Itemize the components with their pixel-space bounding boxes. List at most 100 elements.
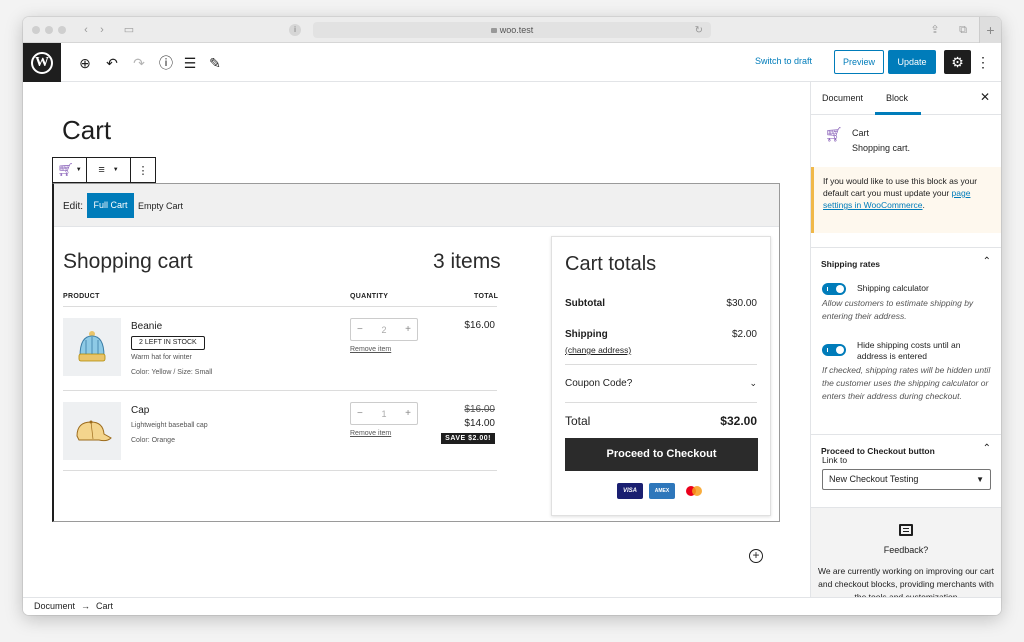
zoom-window-button[interactable]: [58, 26, 66, 34]
tab-block[interactable]: Block: [886, 93, 908, 103]
add-block-icon[interactable]: ⊕: [76, 54, 94, 72]
product-name-cap[interactable]: Cap: [131, 405, 149, 416]
link-to-select[interactable]: New Checkout Testing ▼: [822, 469, 991, 490]
add-block-plus-icon[interactable]: +: [749, 549, 763, 563]
update-button[interactable]: Update: [888, 50, 936, 74]
items-count: 3 items: [433, 250, 501, 273]
close-window-button[interactable]: [32, 26, 40, 34]
change-address-link[interactable]: (change address): [565, 345, 757, 355]
link-to-value: New Checkout Testing: [829, 474, 919, 484]
total-value: $32.00: [720, 414, 757, 428]
switch-to-draft-link[interactable]: Switch to draft: [755, 56, 812, 66]
cart-block[interactable]: Edit: Full Cart Empty Cart Shopping cart…: [52, 183, 780, 522]
tab-document[interactable]: Document: [822, 93, 863, 103]
url-text: woo.test: [499, 25, 534, 35]
quantity-column-header: QUANTITY: [350, 293, 389, 300]
plus-icon[interactable]: +: [405, 324, 411, 335]
info-icon[interactable]: ⓘ: [157, 54, 175, 72]
remove-item-link[interactable]: Remove item: [350, 430, 391, 437]
full-cart-tab[interactable]: Full Cart: [87, 193, 134, 218]
subtotal-row: Subtotal $30.00: [565, 298, 757, 309]
redo-icon[interactable]: ↷: [130, 54, 148, 72]
shipping-rates-panel-toggle[interactable]: Shipping rates ⌃: [811, 247, 1001, 277]
shopping-cart-title: Shopping cart: [63, 250, 193, 273]
settings-gear-icon[interactable]: ⚙: [944, 50, 971, 74]
block-name: Cart: [852, 128, 870, 138]
cart-totals-title: Cart totals: [565, 253, 657, 275]
beanie-thumbnail: [63, 318, 121, 376]
chevron-down-icon: ▼: [112, 167, 119, 173]
line-total: $16.00: [464, 320, 495, 331]
notice-period: .: [922, 200, 925, 210]
cart-totals-panel: Cart totals Subtotal $30.00 Shipping $2.…: [551, 236, 771, 516]
back-icon[interactable]: ‹: [79, 23, 93, 37]
wordpress-logo-button[interactable]: W: [23, 43, 61, 82]
reload-icon[interactable]: ↻: [695, 23, 703, 39]
alignment-dropdown[interactable]: ≡ ▼: [87, 158, 131, 182]
beanie-image: [78, 331, 106, 362]
divider: [63, 390, 497, 391]
lock-icon: [490, 28, 497, 33]
quantity-stepper[interactable]: − 1 +: [350, 402, 418, 425]
new-tab-button[interactable]: +: [979, 17, 1001, 43]
plus-icon[interactable]: +: [405, 408, 411, 419]
product-description: Lightweight baseball cap: [131, 422, 208, 429]
original-price: $16.00: [464, 404, 495, 415]
divider: [565, 402, 757, 403]
visa-icon: VISA: [617, 483, 643, 499]
minus-icon[interactable]: −: [357, 408, 363, 419]
cart-view-switcher: Edit: Full Cart Empty Cart: [54, 184, 779, 227]
shipping-rates-title: Shipping rates: [821, 259, 881, 269]
product-description: Warm hat for winter: [131, 354, 192, 361]
minimize-window-button[interactable]: [45, 26, 53, 34]
block-more-options-icon[interactable]: ⋮: [131, 158, 155, 182]
forward-icon[interactable]: ›: [95, 23, 109, 37]
breadcrumb-cart[interactable]: Cart: [96, 601, 113, 611]
divider: [63, 306, 497, 307]
block-card: 🛒︎ Cart Shopping cart.: [811, 115, 1001, 167]
close-icon[interactable]: ✕: [980, 90, 990, 104]
default-cart-notice: If you would like to use this block as y…: [811, 167, 1001, 233]
cap-image: [76, 420, 112, 442]
empty-cart-tab[interactable]: Empty Cart: [138, 201, 183, 211]
settings-sidebar: Document Block ✕ 🛒︎ Cart Shopping cart. …: [810, 82, 1001, 597]
product-name-beanie[interactable]: Beanie: [131, 321, 162, 332]
coupon-toggle[interactable]: Coupon Code? ⌄: [565, 378, 757, 389]
remove-item-link[interactable]: Remove item: [350, 346, 391, 353]
block-type-switcher[interactable]: 🛒︎ ▼: [53, 158, 87, 182]
preview-button[interactable]: Preview: [834, 50, 884, 74]
hide-shipping-costs-toggle[interactable]: [822, 344, 846, 356]
list-view-icon[interactable]: ☰: [181, 54, 199, 72]
address-bar[interactable]: i woo.test ↻: [289, 22, 711, 39]
share-icon[interactable]: ⇪: [928, 23, 942, 37]
align-center-icon: ≡: [98, 164, 105, 176]
wordpress-icon: W: [31, 51, 53, 74]
quantity-stepper[interactable]: − 2 +: [350, 318, 418, 341]
mastercard-icon: [681, 483, 707, 499]
privacy-icon[interactable]: i: [289, 24, 301, 36]
amex-icon: AMEX: [649, 483, 675, 499]
page-title[interactable]: Cart: [62, 115, 111, 146]
total-label: Total: [565, 414, 591, 428]
undo-icon[interactable]: ↶: [103, 54, 121, 72]
shipping-label: Shipping: [565, 329, 608, 340]
browser-window: ‹ › ▭ i woo.test ↻ ⇪ ⧉ + W ⊕ ↶ ↷ ⓘ ☰ ✎ S…: [23, 17, 1001, 615]
minus-icon[interactable]: −: [357, 324, 363, 335]
sidebar-tabs: Document Block ✕: [811, 82, 1001, 115]
product-column-header: PRODUCT: [63, 293, 100, 300]
more-options-icon[interactable]: ⋮: [976, 53, 990, 71]
breadcrumb: Document → Cart: [23, 597, 1001, 615]
chevron-down-icon: ▼: [75, 167, 82, 173]
quantity-value[interactable]: 2: [381, 325, 386, 335]
proceed-to-checkout-button[interactable]: Proceed to Checkout: [565, 438, 758, 471]
sidebar-toggle-icon[interactable]: ▭: [121, 23, 137, 37]
shipping-calculator-toggle[interactable]: [822, 283, 846, 295]
chevron-up-icon: ⌃: [982, 256, 991, 267]
edit-pencil-icon[interactable]: ✎: [206, 54, 224, 72]
breadcrumb-document[interactable]: Document: [34, 601, 75, 611]
feedback-icon: [899, 524, 913, 536]
tabs-overview-icon[interactable]: ⧉: [956, 23, 970, 37]
quantity-value[interactable]: 1: [381, 409, 386, 419]
block-toolbar: 🛒︎ ▼ ≡ ▼ ⋮: [52, 157, 156, 183]
shipping-calculator-label: Shipping calculator: [857, 283, 929, 293]
